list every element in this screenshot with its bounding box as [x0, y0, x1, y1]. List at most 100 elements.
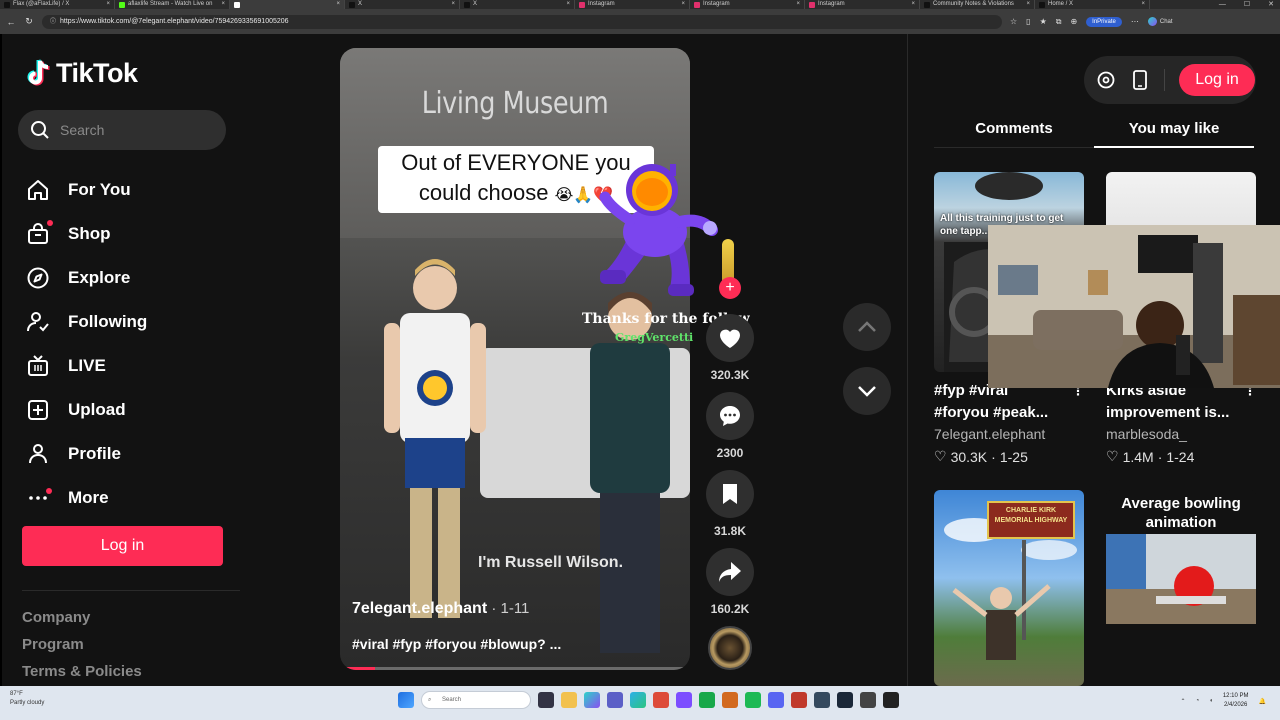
sidebar-item-upload[interactable]: Upload: [24, 388, 147, 432]
sidebar-item-for-you[interactable]: For You: [24, 168, 147, 212]
browser-tab[interactable]: Instagram ×: [575, 0, 690, 9]
card-author[interactable]: 7elegant.elephant: [934, 426, 1084, 442]
footer-link-program[interactable]: Program: [22, 635, 142, 662]
like-action[interactable]: 320.3K: [706, 314, 754, 382]
site-info-icon[interactable]: ⓘ: [50, 15, 56, 29]
sidebar-item-explore[interactable]: Explore: [24, 256, 147, 300]
star-icon[interactable]: ☆: [1010, 17, 1017, 26]
spotify-icon[interactable]: [745, 692, 761, 708]
comment-action[interactable]: 2300: [706, 392, 754, 460]
close-window-icon[interactable]: ✕: [1268, 0, 1274, 9]
like-button[interactable]: [706, 314, 754, 362]
card-thumbnail[interactable]: CHARLIE KIRK MEMORIAL HIGHWAY: [934, 490, 1084, 686]
minimize-icon[interactable]: —: [1219, 0, 1226, 9]
chrome-icon[interactable]: [653, 692, 669, 708]
share-action[interactable]: 160.2K: [706, 548, 754, 616]
browser-tab[interactable]: X ×: [345, 0, 460, 9]
video-player[interactable]: Living Museum Out of EVERYONE you could …: [340, 48, 690, 670]
tab-close-icon[interactable]: ×: [911, 0, 915, 9]
tab-close-icon[interactable]: ×: [336, 0, 340, 9]
header-login-button[interactable]: Log in: [1179, 64, 1255, 96]
tab-close-icon[interactable]: ×: [566, 0, 570, 9]
footer-link-company[interactable]: Company: [22, 608, 142, 635]
tab-close-icon[interactable]: ×: [1026, 0, 1030, 9]
footer-link-terms[interactable]: Terms & Policies: [22, 662, 142, 686]
copilot-chat-button[interactable]: Chat: [1147, 17, 1173, 26]
file-explorer-icon[interactable]: [561, 692, 577, 708]
tab-close-icon[interactable]: ×: [796, 0, 800, 9]
split-screen-icon[interactable]: ▯: [1026, 17, 1030, 26]
menu-icon[interactable]: ⋯: [1131, 17, 1139, 26]
search-bar[interactable]: Search: [18, 110, 226, 150]
sidebar-item-live[interactable]: LIVE: [24, 344, 147, 388]
browser-tab[interactable]: Flax (@aFlaxLife) / X ×: [0, 0, 115, 9]
sidebar-item-profile[interactable]: Profile: [24, 432, 147, 476]
comment-button[interactable]: [706, 392, 754, 440]
browser-tab[interactable]: X ×: [460, 0, 575, 9]
tab-comments[interactable]: Comments: [934, 114, 1094, 148]
volume-icon[interactable]: ◖: [1209, 698, 1213, 704]
app-icon[interactable]: [860, 692, 876, 708]
sidebar-item-shop[interactable]: Shop: [24, 212, 147, 256]
app-icon[interactable]: [699, 692, 715, 708]
search-input[interactable]: Search: [60, 122, 104, 138]
inprivate-badge[interactable]: InPrivate: [1086, 16, 1122, 27]
maximize-icon[interactable]: ☐: [1244, 0, 1250, 9]
task-view-icon[interactable]: [538, 692, 554, 708]
next-video-button[interactable]: [843, 367, 891, 415]
tab-close-icon[interactable]: ×: [1141, 0, 1145, 9]
browser-tab[interactable]: aflaxlife Stream - Watch Live on ×: [115, 0, 230, 9]
recommended-card[interactable]: Average bowling animation: [1106, 490, 1256, 686]
refresh-icon[interactable]: ↻: [24, 16, 34, 27]
sidebar-login-button[interactable]: Log in: [22, 526, 223, 566]
app-icon[interactable]: [814, 692, 830, 708]
sidebar-item-following[interactable]: Following: [24, 300, 147, 344]
url-field[interactable]: ⓘ https://www.tiktok.com/@7elegant.eleph…: [42, 14, 1002, 29]
favorites-icon[interactable]: ★: [1040, 17, 1047, 26]
teams-icon[interactable]: [607, 692, 623, 708]
edge-icon[interactable]: [630, 692, 646, 708]
tiktok-logo[interactable]: TikTok: [26, 58, 138, 89]
extensions-icon[interactable]: ⊕: [1070, 17, 1077, 26]
wifi-icon[interactable]: ◔: [1196, 698, 1200, 704]
tab-close-icon[interactable]: ×: [451, 0, 455, 9]
follow-button[interactable]: +: [719, 277, 741, 299]
browser-tab[interactable]: Community Notes & Violations ×: [920, 0, 1035, 9]
bookmark-button[interactable]: [706, 470, 754, 518]
steam-icon[interactable]: [837, 692, 853, 708]
notification-bell-icon[interactable]: 🔔: [1259, 698, 1266, 705]
discord-icon[interactable]: [768, 692, 784, 708]
app-icon[interactable]: [722, 692, 738, 708]
video-author[interactable]: 7elegant.elephant · 1-11: [352, 600, 529, 618]
app-icon[interactable]: [676, 692, 692, 708]
card-author[interactable]: marblesoda_: [1106, 426, 1256, 442]
copilot-icon[interactable]: [584, 692, 600, 708]
tab-close-icon[interactable]: ×: [681, 0, 685, 9]
share-button[interactable]: [706, 548, 754, 596]
save-action[interactable]: 31.8K: [706, 470, 754, 538]
music-disc-icon[interactable]: [708, 626, 752, 670]
obs-icon[interactable]: [883, 692, 899, 708]
browser-tab[interactable]: Instagram ×: [805, 0, 920, 9]
card-thumbnail[interactable]: Average bowling animation: [1106, 490, 1256, 686]
browser-tab[interactable]: ×: [230, 0, 345, 9]
tab-close-icon[interactable]: ×: [221, 0, 225, 9]
get-app-icon[interactable]: [1130, 70, 1150, 90]
video-description[interactable]: #viral #fyp #foryou #blowup? ...: [352, 636, 561, 652]
app-icon[interactable]: [791, 692, 807, 708]
author-name[interactable]: 7elegant.elephant: [352, 600, 487, 617]
taskbar-search[interactable]: ⌕ Search: [421, 691, 531, 709]
tray-chevron-icon[interactable]: ⌃: [1181, 698, 1186, 705]
back-icon[interactable]: ←: [6, 17, 16, 27]
recommended-card[interactable]: CHARLIE KIRK MEMORIAL HIGHWAY: [934, 490, 1084, 686]
taskbar-clock[interactable]: 12:10 PM 2/4/2026: [1223, 692, 1249, 710]
windows-start-icon[interactable]: [398, 692, 414, 708]
weather-widget[interactable]: 87°F Partly cloudy: [10, 690, 44, 708]
tab-you-may-like[interactable]: You may like: [1094, 114, 1254, 148]
browser-tab[interactable]: Home / X ×: [1035, 0, 1150, 9]
video-progress-bar[interactable]: [340, 667, 690, 670]
previous-video-button[interactable]: [843, 303, 891, 351]
tiktok-studio-icon[interactable]: [1096, 70, 1116, 90]
browser-tab[interactable]: Instagram ×: [690, 0, 805, 9]
tab-close-icon[interactable]: ×: [106, 0, 110, 9]
